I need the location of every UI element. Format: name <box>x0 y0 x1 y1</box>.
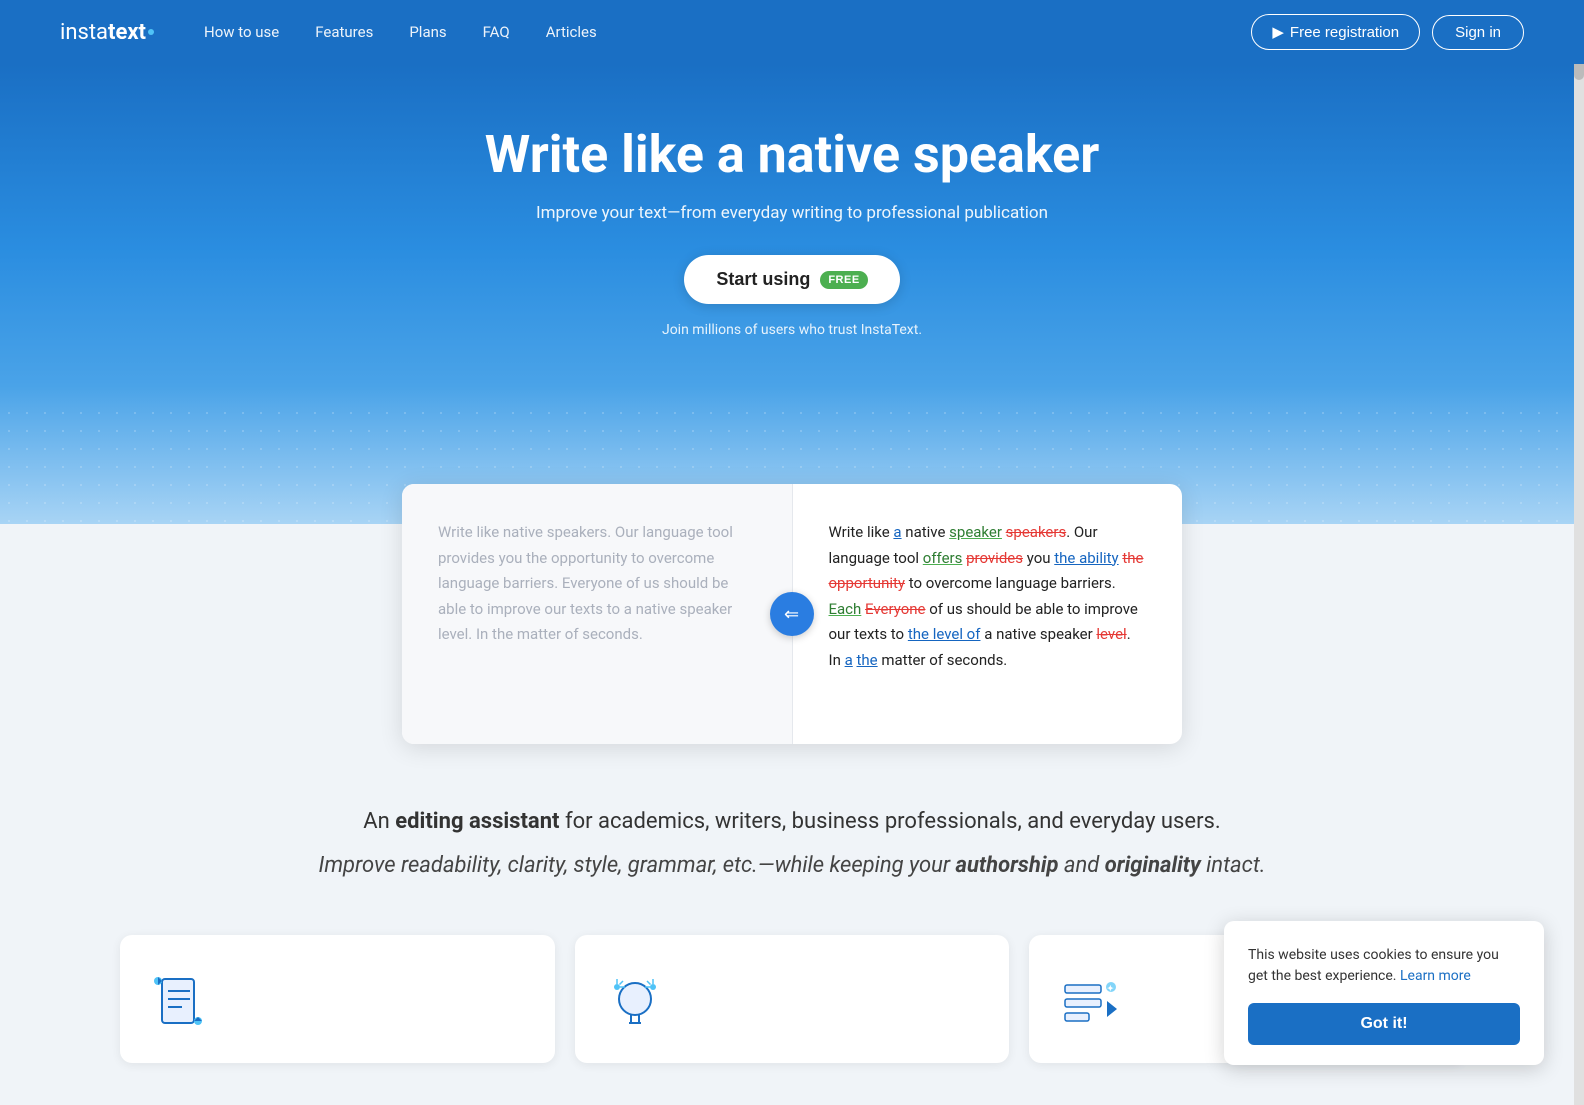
section-description: An editing assistant for academics, writ… <box>0 744 1584 925</box>
hero-section: Write like a native speaker Improve your… <box>0 64 1584 524</box>
register-label: Free registration <box>1290 24 1399 41</box>
improve-arrow-icon: ✦ <box>1057 971 1121 1035</box>
register-button[interactable]: ▶ Free registration <box>1251 14 1420 50</box>
word-speaker: speaker <box>949 523 1002 541</box>
feature-card-2 <box>575 935 1010 1063</box>
navbar-right: ▶ Free registration Sign in <box>1251 14 1524 50</box>
comparison-box: Write like native speakers. Our language… <box>402 484 1182 744</box>
cookie-text: This website uses cookies to ensure you … <box>1248 945 1520 987</box>
svg-text:✦: ✦ <box>1107 984 1114 993</box>
word-everyone: Everyone <box>865 600 925 618</box>
line2-middle: and <box>1058 853 1104 878</box>
trust-text: Join millions of users who trust InstaTe… <box>20 322 1564 338</box>
nav-link-features[interactable]: Features <box>315 23 373 41</box>
word-level: level <box>1096 625 1126 643</box>
line1-prefix: An <box>363 809 395 834</box>
nav-link-articles[interactable]: Articles <box>546 23 597 41</box>
panel-left: Write like native speakers. Our language… <box>402 484 793 744</box>
nav-link-plans[interactable]: Plans <box>409 23 446 41</box>
hero-title: Write like a native speaker <box>20 124 1564 185</box>
editing-assistant-bold: editing assistant <box>395 809 559 834</box>
start-label: Start using <box>716 269 810 290</box>
got-it-button[interactable]: Got it! <box>1248 1003 1520 1045</box>
panel-right: Write like a native speaker speakers. Ou… <box>793 484 1183 744</box>
word-speakers: speakers <box>1006 523 1067 541</box>
article-the: the <box>857 651 878 669</box>
article-a: a <box>845 651 853 669</box>
line1-suffix: for academics, writers, business profess… <box>559 809 1220 834</box>
logo-text: text <box>108 20 146 45</box>
free-badge: FREE <box>820 271 867 289</box>
toggle-button[interactable]: ⇐ <box>770 592 814 636</box>
word-offers: offers <box>923 549 963 567</box>
phrase-the-level-of: the level of <box>908 625 981 643</box>
logo-dot <box>148 29 154 35</box>
nav-link-faq[interactable]: FAQ <box>483 23 510 41</box>
originality-italic: Improve readability, clarity, style, gra… <box>319 853 1266 878</box>
cookie-banner: This website uses cookies to ensure you … <box>1224 921 1544 1065</box>
line2-prefix: Improve readability, clarity, style, gra… <box>319 853 956 878</box>
start-using-button[interactable]: Start using FREE <box>684 255 899 304</box>
logo[interactable]: insta text <box>60 20 154 45</box>
phrase-the-ability: the ability <box>1054 549 1118 567</box>
learn-more-link[interactable]: Learn more <box>1400 968 1471 984</box>
originality-line: Improve readability, clarity, style, gra… <box>200 848 1384 884</box>
line2-suffix: intact. <box>1201 853 1266 878</box>
word-provides: provides <box>966 549 1023 567</box>
logo-insta: insta <box>60 20 108 45</box>
word-each: Each <box>829 600 862 618</box>
added-a: a <box>893 523 901 541</box>
authorship-bold: authorship <box>956 853 1059 878</box>
document-icon <box>148 971 212 1035</box>
hero-subtitle: Improve your text—from everyday writing … <box>20 203 1564 223</box>
brain-bulb-icon <box>603 971 667 1035</box>
editing-assistant-line: An editing assistant for academics, writ… <box>200 804 1384 840</box>
register-chevron-icon: ▶ <box>1272 23 1284 41</box>
signin-button[interactable]: Sign in <box>1432 15 1524 50</box>
nav-links: How to use Features Plans FAQ Articles <box>204 23 597 41</box>
panel-left-text: Write like native speakers. Our language… <box>438 520 756 648</box>
originality-bold: originality <box>1105 853 1201 878</box>
comparison-wrapper: Write like native speakers. Our language… <box>0 484 1584 744</box>
feature-card-1 <box>120 935 555 1063</box>
nav-link-how-to-use[interactable]: How to use <box>204 23 279 41</box>
navbar: insta text How to use Features Plans FAQ… <box>0 0 1584 64</box>
panel-right-text: Write like a native speaker speakers. Ou… <box>829 520 1147 673</box>
navbar-left: insta text How to use Features Plans FAQ… <box>60 20 597 45</box>
